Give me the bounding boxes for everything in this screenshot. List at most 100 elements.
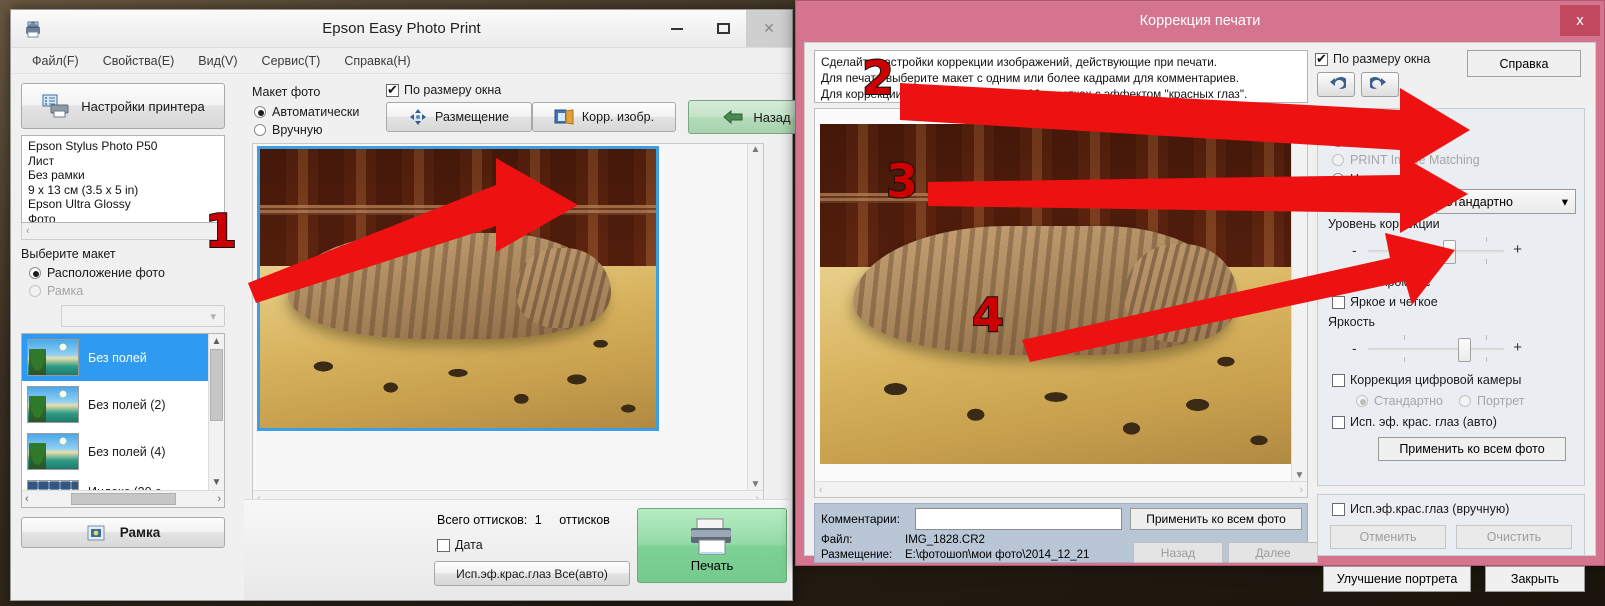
redeye-auto-checkbox[interactable]: Исп. эф. крас. глаз (авто) <box>1332 415 1497 429</box>
dialog-back-button[interactable]: Назад <box>1133 542 1223 563</box>
print-icon <box>687 518 737 556</box>
printer-info-box: Epson Stylus Photo P50 Лист Без рамки 9 … <box>21 135 225 223</box>
radio-frame-layout[interactable]: Рамка <box>29 284 83 298</box>
dialog-next-button[interactable]: Далее <box>1228 542 1318 563</box>
scroll-down-icon[interactable]: ▼ <box>209 475 224 490</box>
radio-none[interactable]: Нет <box>1332 172 1371 186</box>
radio-photo-layout[interactable]: Расположение фото <box>29 266 165 280</box>
redeye-manual-checkbox[interactable]: Исп.эф.крас.глаз (вручную) <box>1332 502 1509 516</box>
total-prints-info: Всего оттисков: 1 оттисков <box>437 513 610 527</box>
photo-preview-image[interactable] <box>257 146 659 431</box>
rotate-left-icon[interactable] <box>1317 72 1355 97</box>
file-label: Файл: <box>821 534 853 546</box>
date-checkbox[interactable]: Дата <box>437 538 483 552</box>
preview-vscrollbar[interactable]: ▲ ▼ <box>747 144 763 490</box>
vscroll-thumb[interactable] <box>210 349 223 421</box>
left-window-titlebar: Epson Easy Photo Print ✕ <box>11 10 792 48</box>
correction-preview-vscrollbar[interactable]: ▲ ▼ <box>1291 109 1307 481</box>
layout-thumbnail-icon <box>27 433 79 470</box>
portrait-enhancement-button[interactable]: Улучшение портрета <box>1323 566 1471 592</box>
layout-section-label: Выберите макет <box>21 247 116 261</box>
menu-item-properties[interactable]: Свойства(E) <box>92 51 186 71</box>
slider-minus-label: - <box>1352 242 1357 258</box>
print-button[interactable]: Печать <box>637 508 787 583</box>
correction-level-slider[interactable]: - + <box>1346 231 1526 271</box>
list-item[interactable]: Без полей <box>22 334 208 381</box>
slider-track[interactable] <box>1368 348 1504 351</box>
slider-plus-label: + <box>1513 241 1522 258</box>
radio-auto-mode[interactable]: Автоматически <box>254 105 359 119</box>
dialog-close-button[interactable]: x <box>1560 5 1600 36</box>
placement-button[interactable]: Размещение <box>386 102 532 132</box>
menu-item-help[interactable]: Справка(H) <box>333 51 421 71</box>
layout-list-vscrollbar[interactable]: ▲ ▼ <box>208 334 224 490</box>
scroll-left-icon[interactable]: ‹ <box>25 493 29 505</box>
layout-combo-box[interactable]: ▾ <box>61 305 225 327</box>
scroll-up-icon[interactable]: ▲ <box>1295 109 1305 120</box>
layout-list-hscrollbar[interactable]: ‹ › <box>22 490 224 507</box>
frame-button[interactable]: Рамка <box>21 517 225 548</box>
close-button[interactable]: ✕ <box>746 10 792 47</box>
clear-button[interactable]: Очистить <box>1456 525 1572 549</box>
layout-thumbnail-icon <box>27 339 79 376</box>
scroll-left-icon[interactable]: ‹ <box>26 225 30 237</box>
photo-layout-label: Макет фото <box>252 85 321 99</box>
help-button[interactable]: Справка <box>1467 50 1581 77</box>
monochrome-label: Монохромное <box>1350 275 1431 289</box>
frame-button-label: Рамка <box>119 525 161 540</box>
printer-info-hscrollbar[interactable]: ‹ › <box>21 223 225 240</box>
rotate-right-icon[interactable] <box>1361 72 1399 97</box>
radio-digicam-standard[interactable]: Стандартно <box>1356 394 1443 408</box>
checkbox-box <box>386 82 399 98</box>
list-item[interactable]: Без полей (2) <box>22 381 208 428</box>
close-dialog-button[interactable]: Закрыть <box>1485 566 1585 592</box>
radio-photoenhance[interactable]: PhotoEnhance <box>1332 134 1432 148</box>
scroll-down-icon[interactable]: ▼ <box>751 479 761 490</box>
placement-button-label: Размещение <box>435 110 509 124</box>
digital-camera-correction-checkbox[interactable]: Коррекция цифровой камеры <box>1332 373 1521 387</box>
brightness-label: Яркость <box>1328 315 1376 329</box>
radio-auto-label: Автоматически <box>272 105 360 119</box>
menu-item-file[interactable]: Файл(F) <box>21 51 90 71</box>
correction-level-label: Уровень коррекции <box>1328 217 1440 231</box>
fit-to-window-checkbox[interactable]: По размеру окна <box>386 82 501 98</box>
correction-mode-select[interactable]: Стандартно ▾ <box>1436 189 1576 214</box>
radio-manual-mode[interactable]: Вручную <box>254 123 322 137</box>
layout-list[interactable]: Без полей Без полей (2) Без полей (4) ▲ … <box>21 333 225 508</box>
photo-preview-pane[interactable]: ▲ ▼ ‹ › <box>252 143 764 508</box>
radio-print-image-matching[interactable]: PRINT Image Matching <box>1332 153 1480 167</box>
fit-to-window-checkbox-dialog[interactable]: По размеру окна <box>1315 51 1430 67</box>
slider-track[interactable] <box>1368 250 1504 253</box>
scroll-down-icon[interactable]: ▼ <box>1295 470 1305 481</box>
scroll-up-icon[interactable]: ▲ <box>209 334 224 349</box>
redeye-all-auto-button[interactable]: Исп.эф.крас.глаз Все(авто) <box>434 561 630 586</box>
scroll-right-icon[interactable]: › <box>217 493 221 505</box>
maximize-button[interactable] <box>700 10 746 47</box>
slider-knob[interactable] <box>1458 338 1471 362</box>
brightness-slider[interactable]: - + <box>1346 329 1526 369</box>
cancel-button[interactable]: Отменить <box>1330 525 1446 549</box>
scroll-right-icon[interactable]: › <box>1299 484 1303 496</box>
printer-settings-icon <box>41 93 71 119</box>
image-correction-button[interactable]: Корр. изобр. <box>532 102 676 132</box>
menu-item-service[interactable]: Сервис(T) <box>251 51 332 71</box>
scroll-left-icon[interactable]: ‹ <box>819 484 823 496</box>
list-item[interactable]: Без полей (4) <box>22 428 208 475</box>
apply-to-all-photos-button[interactable]: Применить ко всем фото <box>1130 508 1302 530</box>
printer-info-line-5: Epson Ultra Glossy <box>28 197 131 212</box>
vivid-checkbox[interactable]: Яркое и четкое <box>1332 295 1438 309</box>
scroll-up-icon[interactable]: ▲ <box>751 144 761 155</box>
correction-preview-hscrollbar[interactable]: ‹ › <box>815 481 1307 497</box>
radio-digicam-portrait[interactable]: Портрет <box>1458 394 1525 408</box>
apply-to-all-photos-button-2[interactable]: Применить ко всем фото <box>1378 437 1566 461</box>
menu-item-view[interactable]: Вид(V) <box>187 51 248 71</box>
monochrome-checkbox[interactable]: Монохромное <box>1332 275 1431 289</box>
left-sidebar: Настройки принтера Epson Stylus Photo P5… <box>19 79 238 594</box>
slider-knob[interactable] <box>1443 240 1456 264</box>
minimize-button[interactable] <box>654 10 700 47</box>
printer-settings-button[interactable]: Настройки принтера <box>21 83 225 129</box>
annotation-marker-1: 1 <box>204 204 238 258</box>
comments-input[interactable] <box>915 508 1122 530</box>
hscroll-thumb[interactable] <box>70 493 176 505</box>
radio-digicam-standard-label: Стандартно <box>1374 394 1443 408</box>
